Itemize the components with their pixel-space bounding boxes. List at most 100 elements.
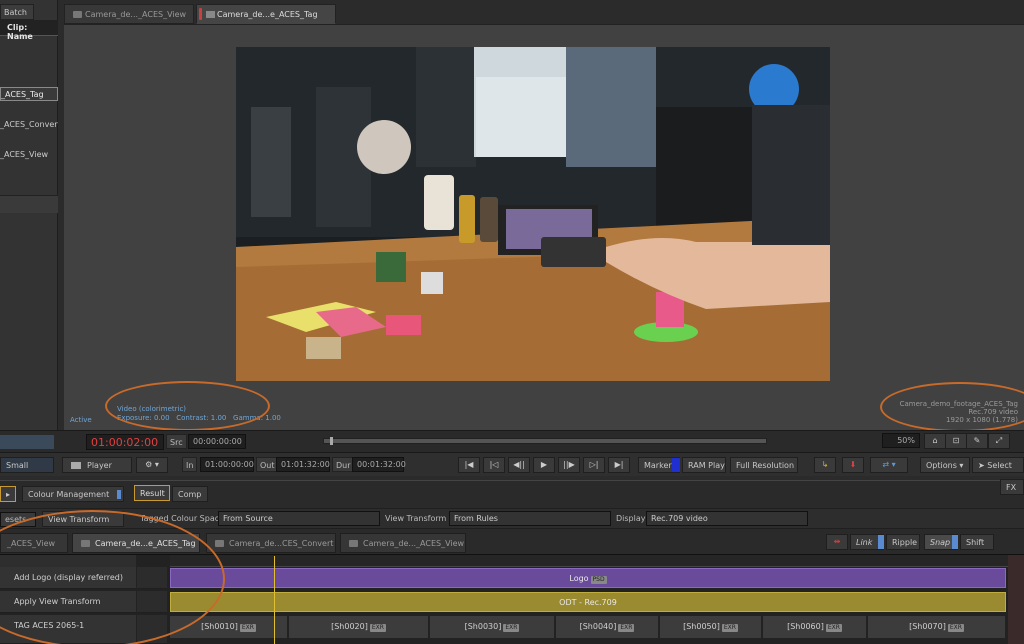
- zoom-select[interactable]: 50%: [882, 433, 920, 448]
- panel-prev-tab[interactable]: ▸: [0, 486, 16, 502]
- shot-segment[interactable]: [Sh0030] EXR: [430, 616, 555, 638]
- transport-controls: Small Player ⚙ ▾ In 01:00:00:00 Out 01:0…: [0, 452, 1024, 476]
- shot-name: [Sh0010]: [201, 622, 238, 631]
- footage-still-illustration: [236, 47, 830, 381]
- tab-colour-management[interactable]: Colour Management: [22, 486, 124, 502]
- clip-name-column-header[interactable]: Clip: Name: [0, 20, 58, 41]
- clip-item-aces-convert[interactable]: _ACES_Convert: [0, 118, 58, 132]
- src-timecode[interactable]: 00:00:00:00: [188, 434, 246, 449]
- display-label: Display: [616, 514, 646, 523]
- shot-name: [Sh0040]: [579, 622, 617, 631]
- exr-badge: EXR: [721, 624, 738, 632]
- tab-label: Camera_de..._ACES_View: [85, 10, 187, 19]
- clip-item-aces-tag[interactable]: _ACES_Tag: [0, 87, 58, 101]
- options-menu[interactable]: Options ▾: [920, 457, 970, 473]
- insert-icon[interactable]: ↳: [814, 457, 836, 473]
- viewer-status: Active: [70, 416, 92, 424]
- timeline-ruler[interactable]: [170, 555, 1008, 567]
- pointer-icon: ➤: [978, 461, 985, 470]
- size-small-button[interactable]: Small: [0, 457, 54, 473]
- expand-icon[interactable]: ⤢: [988, 433, 1010, 449]
- shot-segment[interactable]: [Sh0040] EXR: [556, 616, 659, 638]
- tab-aces-view[interactable]: Camera_de..._ACES_View: [64, 4, 194, 24]
- shot-segment[interactable]: [Sh0020] EXR: [289, 616, 429, 638]
- node-tabs-bar: ▸ Colour Management Result Comp FX: [0, 479, 1024, 508]
- fit-icon[interactable]: ⊡: [945, 433, 967, 449]
- shot-name: [Sh0070]: [909, 622, 946, 631]
- select-tool[interactable]: ➤ Select: [972, 457, 1024, 473]
- timecode-bar: 01:00:02:00 Src 00:00:00:00 50% ⌂ ⊡ ✎ ⤢: [0, 430, 1024, 452]
- shot-segment[interactable]: [Sh0060] EXR: [763, 616, 867, 638]
- viewer-tab-bar: Camera_de..._ACES_View Camera_de...e_ACE…: [64, 4, 1024, 24]
- in-timecode[interactable]: 01:00:00:00: [200, 457, 254, 472]
- folder-icon: [73, 11, 82, 18]
- out-timecode[interactable]: 01:01:32:00: [276, 457, 330, 472]
- tab-indicator: [117, 490, 121, 499]
- left-info-strip: [0, 435, 54, 449]
- player-label: Player: [87, 461, 112, 470]
- snap-indicator: [952, 535, 958, 549]
- logo-segment[interactable]: Logo PSD: [170, 568, 1006, 588]
- seq-tab-aces-view[interactable]: Camera_de..._ACES_View: [340, 533, 466, 553]
- link-tracks-icon[interactable]: ⇹: [826, 534, 848, 550]
- marker-color-swatch: [672, 458, 680, 472]
- clip-list-panel: [0, 0, 58, 430]
- step-back-icon[interactable]: ◀||: [508, 457, 530, 473]
- home-icon[interactable]: ⌂: [924, 433, 946, 449]
- view-transform-label: View Transform: [385, 514, 447, 523]
- tab-comp[interactable]: Comp: [172, 486, 208, 502]
- odt-segment[interactable]: ODT - Rec.709: [170, 592, 1006, 612]
- link-label: Link: [856, 538, 873, 547]
- link-indicator: [878, 535, 884, 549]
- timeline-playhead[interactable]: [274, 556, 275, 644]
- display-select[interactable]: Rec.709 video: [646, 511, 808, 526]
- previous-edit-icon[interactable]: |◁: [483, 457, 505, 473]
- clip-item-aces-view[interactable]: _ACES_View: [0, 148, 58, 162]
- shot-segment[interactable]: [Sh0070] EXR: [868, 616, 1006, 638]
- folder-icon: [206, 11, 215, 18]
- batch-tab[interactable]: Batch: [0, 4, 34, 20]
- fx-button[interactable]: FX: [1000, 479, 1024, 495]
- full-resolution-button[interactable]: Full Resolution: [730, 457, 798, 473]
- shot-name: [Sh0060]: [787, 622, 824, 631]
- tagged-colour-space-select[interactable]: From Source: [218, 511, 380, 526]
- go-to-end-icon[interactable]: ▶|: [608, 457, 630, 473]
- psd-badge: PSD: [590, 576, 607, 584]
- footage-image: [236, 47, 830, 381]
- go-to-start-icon[interactable]: |◀: [458, 457, 480, 473]
- play-icon[interactable]: ▶: [533, 457, 555, 473]
- seq-tab-aces-convert[interactable]: Camera_de...CES_Convert: [206, 533, 336, 553]
- player-button[interactable]: Player: [62, 457, 132, 473]
- scrub-playhead[interactable]: [330, 437, 333, 445]
- src-label: Src: [166, 434, 187, 449]
- logo-segment-label: Logo: [569, 574, 589, 583]
- in-label: In: [182, 457, 198, 472]
- dur-timecode[interactable]: 00:01:32:00: [352, 457, 406, 472]
- current-timecode[interactable]: 01:00:02:00: [86, 434, 164, 450]
- tab-label: Camera_de..._ACES_View: [363, 539, 465, 548]
- shot-segment[interactable]: [Sh0050] EXR: [660, 616, 762, 638]
- shot-name: [Sh0050]: [683, 622, 720, 631]
- folder-icon: [215, 540, 224, 547]
- settings-gear-icon[interactable]: ⚙ ▾: [136, 457, 168, 473]
- annotation-ellipse: [105, 381, 270, 431]
- exr-badge: EXR: [239, 624, 256, 632]
- tab-label: Camera_de...CES_Convert: [229, 539, 334, 548]
- overwrite-icon[interactable]: ⬇: [842, 457, 864, 473]
- ram-play-button[interactable]: RAM Play: [682, 457, 726, 473]
- tab-aces-tag[interactable]: Camera_de...e_ACES_Tag: [196, 4, 336, 24]
- eyedropper-icon[interactable]: ✎: [966, 433, 988, 449]
- next-edit-icon[interactable]: ▷|: [583, 457, 605, 473]
- tab-result[interactable]: Result: [134, 485, 170, 501]
- step-forward-icon[interactable]: ||▶: [558, 457, 580, 473]
- ripple-toggle[interactable]: Ripple: [886, 534, 920, 550]
- options-label: Options: [926, 461, 957, 470]
- shift-toggle[interactable]: Shift: [960, 534, 994, 550]
- view-transform-select[interactable]: From Rules: [449, 511, 611, 526]
- select-label: Select: [987, 461, 1012, 470]
- replace-icon[interactable]: ⇄ ▾: [870, 457, 908, 473]
- scrub-bar[interactable]: [323, 437, 767, 445]
- timeline-scrollbar[interactable]: [1008, 555, 1024, 644]
- monitor-icon: [71, 462, 81, 469]
- exr-badge: EXR: [503, 624, 520, 632]
